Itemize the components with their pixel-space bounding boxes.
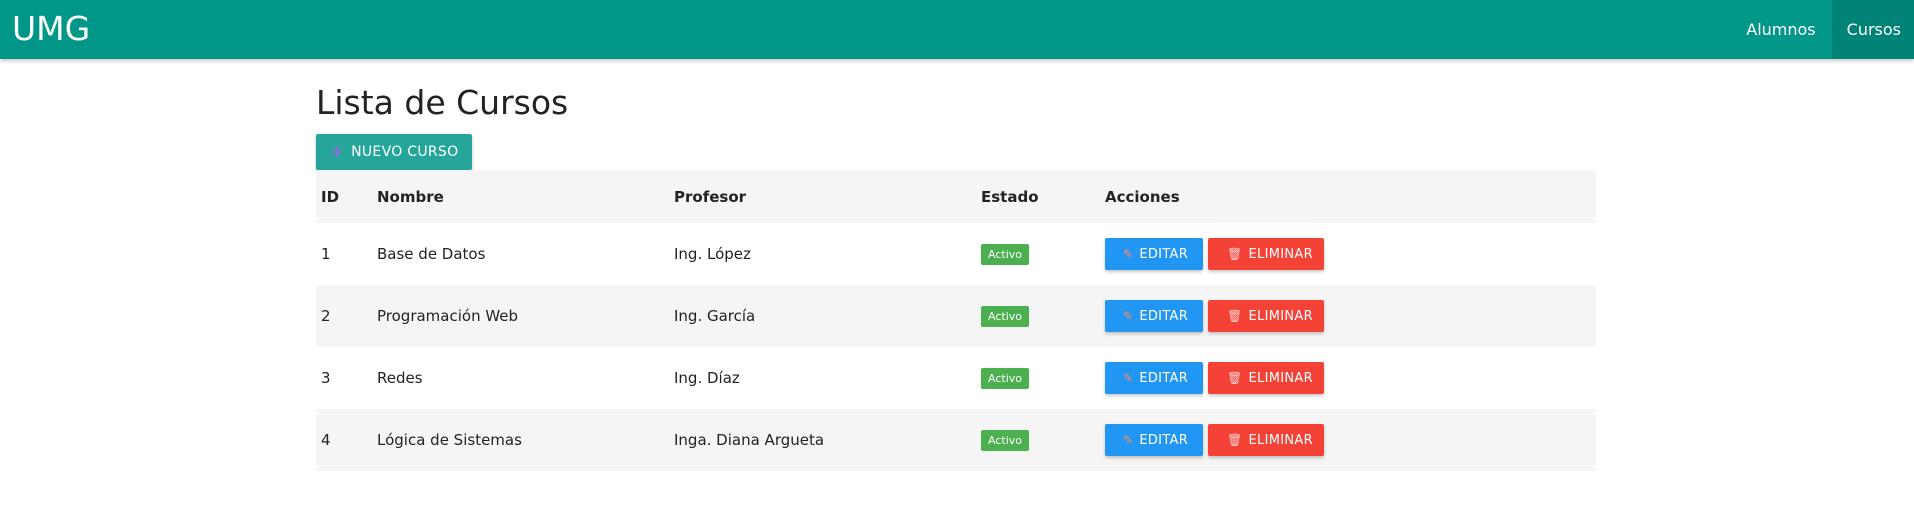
- nav-link-alumnos[interactable]: Alumnos: [1730, 0, 1831, 59]
- cell-nombre: Base de Datos: [377, 245, 486, 263]
- edit-label: EDITAR: [1139, 370, 1189, 386]
- cell-profesor: Ing. Díaz: [674, 369, 740, 387]
- edit-label: EDITAR: [1139, 308, 1189, 324]
- cell-id: 1: [321, 245, 331, 263]
- delete-button[interactable]: 🗑 ELIMINAR: [1208, 300, 1324, 332]
- delete-button[interactable]: 🗑 ELIMINAR: [1208, 424, 1324, 456]
- header-profesor: Profesor: [674, 187, 747, 206]
- cell-acciones: ✎ EDITAR 🗑 ELIMINAR: [1105, 347, 1324, 409]
- status-badge: Activo: [981, 367, 1029, 389]
- table-row: 1 Base de Datos Ing. López Activo ✎ EDIT…: [316, 223, 1596, 285]
- new-course-label: NUEVO CURSO: [351, 144, 459, 160]
- edit-label: EDITAR: [1139, 432, 1189, 448]
- cell-acciones: ✎ EDITAR 🗑 ELIMINAR: [1105, 285, 1324, 347]
- edit-button[interactable]: ✎ EDITAR: [1105, 424, 1203, 456]
- new-course-button[interactable]: + NUEVO CURSO: [316, 134, 472, 170]
- header-id: ID: [321, 187, 340, 206]
- page-title: Lista de Cursos: [316, 83, 569, 122]
- delete-label: ELIMINAR: [1248, 432, 1313, 448]
- brand-logo[interactable]: UMG: [12, 8, 90, 50]
- trash-icon: 🗑: [1227, 433, 1243, 447]
- delete-label: ELIMINAR: [1248, 308, 1313, 324]
- cell-id: 2: [321, 307, 331, 325]
- header-nombre: Nombre: [377, 187, 444, 206]
- cell-id: 3: [321, 369, 331, 387]
- edit-button[interactable]: ✎ EDITAR: [1105, 362, 1203, 394]
- cell-estado: Activo: [981, 223, 1029, 285]
- trash-icon: 🗑: [1227, 247, 1243, 261]
- cell-profesor: Ing. López: [674, 245, 751, 263]
- cell-id: 4: [321, 431, 331, 449]
- table-row: 4 Lógica de Sistemas Inga. Diana Argueta…: [316, 409, 1596, 471]
- header-acciones: Acciones: [1105, 187, 1180, 206]
- edit-button[interactable]: ✎ EDITAR: [1105, 300, 1203, 332]
- delete-button[interactable]: 🗑 ELIMINAR: [1208, 238, 1324, 270]
- edit-label: EDITAR: [1139, 246, 1189, 262]
- nav-links: Alumnos Cursos: [1730, 0, 1914, 59]
- cell-estado: Activo: [981, 409, 1029, 471]
- delete-button[interactable]: 🗑 ELIMINAR: [1208, 362, 1324, 394]
- trash-icon: 🗑: [1227, 309, 1243, 323]
- table-row: 3 Redes Ing. Díaz Activo ✎ EDITAR 🗑 ELIM…: [316, 347, 1596, 409]
- header-estado: Estado: [981, 187, 1039, 206]
- cell-estado: Activo: [981, 347, 1029, 409]
- status-badge: Activo: [981, 243, 1029, 265]
- status-badge: Activo: [981, 305, 1029, 327]
- delete-label: ELIMINAR: [1248, 370, 1313, 386]
- pencil-icon: ✎: [1123, 371, 1134, 385]
- cell-nombre: Redes: [377, 369, 423, 387]
- top-navbar: UMG Alumnos Cursos: [0, 0, 1914, 59]
- delete-label: ELIMINAR: [1248, 246, 1313, 262]
- cell-nombre: Lógica de Sistemas: [377, 431, 522, 449]
- status-badge: Activo: [981, 429, 1029, 451]
- table-header-row: ID Nombre Profesor Estado Acciones: [316, 170, 1596, 223]
- edit-button[interactable]: ✎ EDITAR: [1105, 238, 1203, 270]
- nav-link-cursos[interactable]: Cursos: [1831, 0, 1914, 59]
- cell-acciones: ✎ EDITAR 🗑 ELIMINAR: [1105, 409, 1324, 471]
- plus-icon: +: [329, 142, 345, 162]
- courses-table: ID Nombre Profesor Estado Acciones 1 Bas…: [316, 170, 1596, 471]
- pencil-icon: ✎: [1123, 433, 1134, 447]
- table-row: 2 Programación Web Ing. García Activo ✎ …: [316, 285, 1596, 347]
- cell-profesor: Ing. García: [674, 307, 756, 325]
- cell-nombre: Programación Web: [377, 307, 519, 325]
- pencil-icon: ✎: [1123, 309, 1134, 323]
- cell-estado: Activo: [981, 285, 1029, 347]
- trash-icon: 🗑: [1227, 371, 1243, 385]
- cell-acciones: ✎ EDITAR 🗑 ELIMINAR: [1105, 223, 1324, 285]
- cell-profesor: Inga. Diana Argueta: [674, 431, 825, 449]
- pencil-icon: ✎: [1123, 247, 1134, 261]
